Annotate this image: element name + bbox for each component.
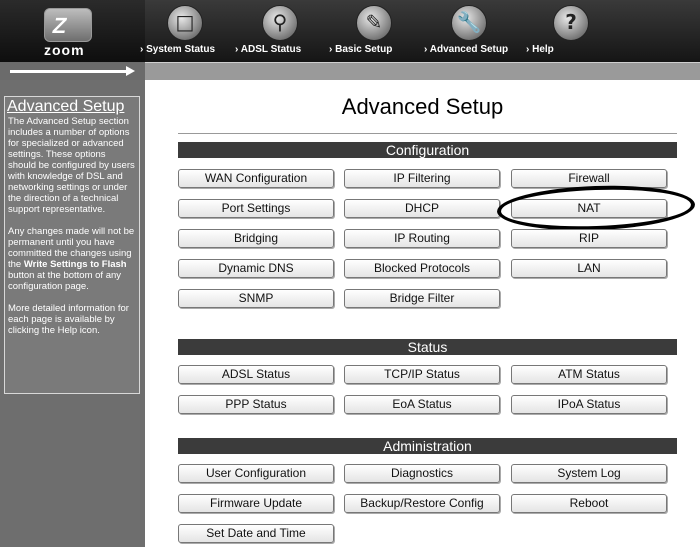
wrench-icon: 🔧 [451, 5, 487, 41]
section-status-header: Status [178, 339, 677, 355]
arrow-right-icon [126, 66, 135, 76]
arrow-line [10, 70, 128, 73]
adsl-status-button[interactable]: ADSL Status [178, 365, 334, 384]
pen-icon: ✎ [356, 5, 392, 41]
question-icon: ? [553, 5, 589, 41]
nav-system-status-label: › System Status [140, 44, 216, 55]
port-settings-button[interactable]: Port Settings [178, 199, 334, 218]
atm-status-button[interactable]: ATM Status [511, 365, 667, 384]
user-configuration-button[interactable]: User Configuration [178, 464, 334, 483]
logo-mark-letter: Z [50, 13, 70, 38]
wan-configuration-button[interactable]: WAN Configuration [178, 169, 334, 188]
title-divider [178, 133, 677, 134]
sidebar-title[interactable]: Advanced Setup [5, 97, 139, 116]
bridging-button[interactable]: Bridging [178, 229, 334, 248]
diagnostics-button[interactable]: Diagnostics [344, 464, 500, 483]
main-content: Advanced Setup Configuration WAN Configu… [145, 80, 700, 547]
nav-system-status[interactable]: □ › System Status [140, 0, 230, 62]
arrow-tab [0, 62, 145, 80]
top-nav-bar: Z zoom □ › System Status ⚲ › ADSL Status… [0, 0, 700, 62]
sidebar-help-box: Advanced Setup The Advanced Setup sectio… [4, 96, 140, 394]
blocked-protocols-button[interactable]: Blocked Protocols [344, 259, 500, 278]
sidebar-para-2: Any changes made will not be permanent u… [8, 226, 135, 292]
reboot-button[interactable]: Reboot [511, 494, 667, 513]
firewall-button[interactable]: Firewall [511, 169, 667, 188]
ip-filtering-button[interactable]: IP Filtering [344, 169, 500, 188]
nav-help[interactable]: ? › Help [526, 0, 616, 62]
sidebar-para-3: More detailed information for each page … [8, 303, 129, 336]
tcpip-status-button[interactable]: TCP/IP Status [344, 365, 500, 384]
logo-text: zoom [44, 42, 85, 58]
ipoa-status-button[interactable]: IPoA Status [511, 395, 667, 414]
bridge-filter-button[interactable]: Bridge Filter [344, 289, 500, 308]
nav-basic-setup-label: › Basic Setup [329, 44, 393, 55]
sidebar: Advanced Setup The Advanced Setup sectio… [0, 80, 145, 547]
section-configuration-header: Configuration [178, 142, 677, 158]
snmp-button[interactable]: SNMP [178, 289, 334, 308]
zoom-logo-mark: Z [44, 8, 92, 42]
system-log-button[interactable]: System Log [511, 464, 667, 483]
nav-basic-setup[interactable]: ✎ › Basic Setup [329, 0, 419, 62]
folder-icon: □ [167, 5, 203, 41]
section-administration-header: Administration [178, 438, 677, 454]
set-date-and-time-button[interactable]: Set Date and Time [178, 524, 334, 543]
sidebar-para-1: The Advanced Setup section includes a nu… [8, 116, 135, 215]
eoa-status-button[interactable]: EoA Status [344, 395, 500, 414]
rip-button[interactable]: RIP [511, 229, 667, 248]
nav-adsl-status[interactable]: ⚲ › ADSL Status [235, 0, 325, 62]
nav-help-label: › Help [526, 44, 554, 55]
dynamic-dns-button[interactable]: Dynamic DNS [178, 259, 334, 278]
magnifier-icon: ⚲ [262, 5, 298, 41]
lan-button[interactable]: LAN [511, 259, 667, 278]
nat-highlight-circle [496, 182, 696, 234]
zoom-logo[interactable]: Z zoom [0, 0, 145, 62]
backup-restore-config-button[interactable]: Backup/Restore Config [344, 494, 500, 513]
ip-routing-button[interactable]: IP Routing [344, 229, 500, 248]
ppp-status-button[interactable]: PPP Status [178, 395, 334, 414]
firmware-update-button[interactable]: Firmware Update [178, 494, 334, 513]
nav-advanced-setup-label: › Advanced Setup [424, 44, 509, 55]
nav-advanced-setup[interactable]: 🔧 › Advanced Setup [424, 0, 514, 62]
page-title: Advanced Setup [341, 94, 504, 119]
dhcp-button[interactable]: DHCP [344, 199, 500, 218]
